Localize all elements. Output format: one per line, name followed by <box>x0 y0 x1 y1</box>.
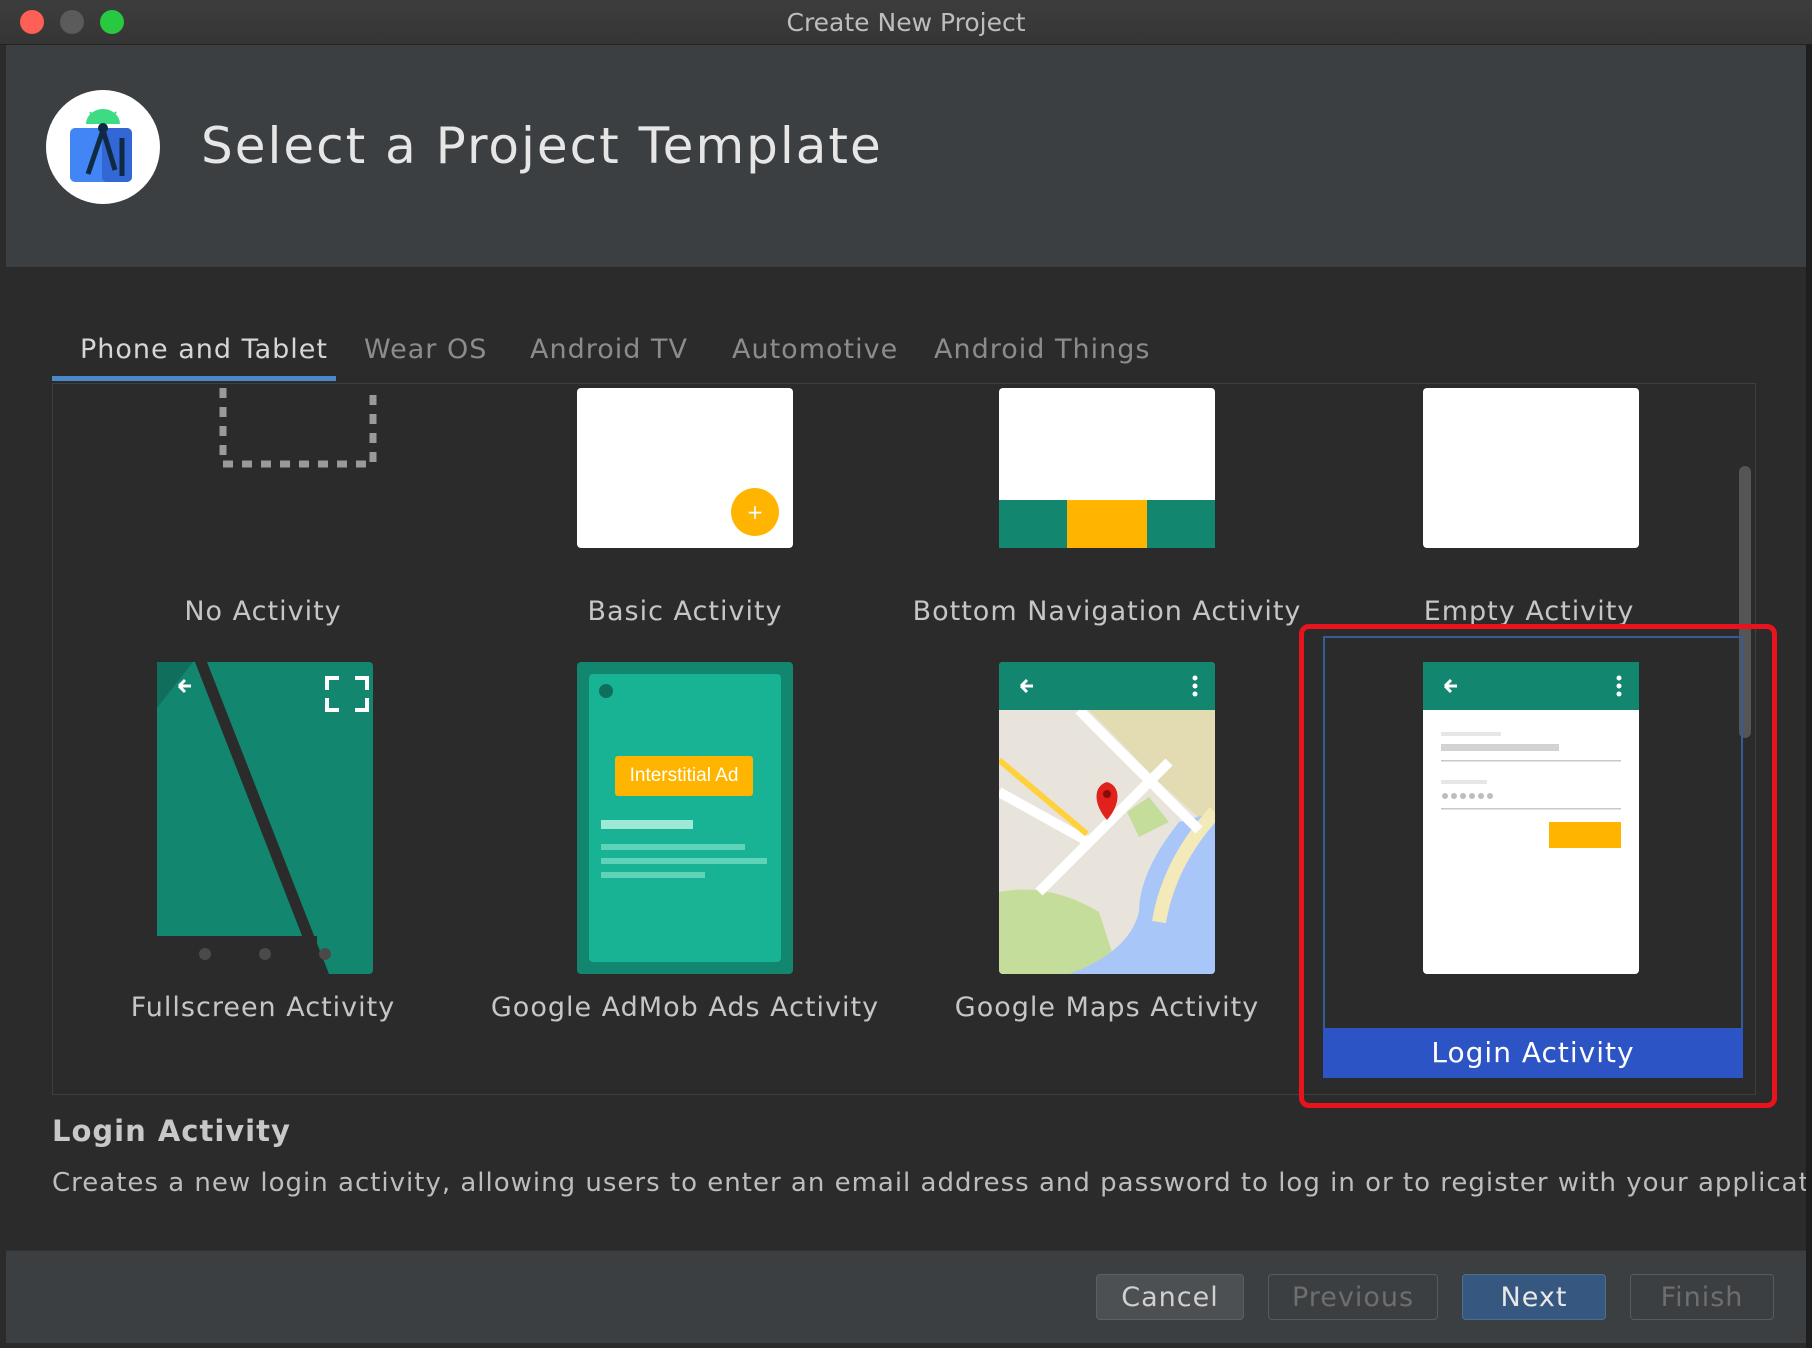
tab-android-tv[interactable]: Android TV <box>530 334 688 365</box>
template-card-empty-activity[interactable]: Empty Activity <box>1319 384 1739 627</box>
tab-phone-and-tablet[interactable]: Phone and Tablet <box>80 334 328 365</box>
page-title: Select a Project Template <box>201 117 883 175</box>
dialog-header: Select a Project Template <box>6 45 1806 267</box>
tab-automotive[interactable]: Automotive <box>732 334 898 365</box>
template-card-google-maps[interactable]: Google Maps Activity <box>897 634 1317 1074</box>
create-project-window: Create New Project Select a Project Temp… <box>0 0 1812 1348</box>
window-title: Create New Project <box>786 8 1026 37</box>
bottom-navigation-thumbnail <box>999 388 1215 548</box>
window-edge <box>1806 44 1812 1348</box>
template-label: Fullscreen Activity <box>130 992 396 1023</box>
next-button[interactable]: Next <box>1462 1274 1606 1320</box>
interstitial-ad-label: Interstitial Ad <box>615 756 753 796</box>
google-maps-thumbnail <box>999 662 1215 974</box>
empty-activity-thumbnail <box>1423 388 1639 548</box>
template-card-no-activity[interactable]: No Activity <box>53 384 473 627</box>
tab-wear-os[interactable]: Wear OS <box>364 334 487 365</box>
template-card-bottom-navigation[interactable]: Bottom Navigation Activity <box>897 384 1317 627</box>
template-label: Google Maps Activity <box>954 992 1260 1023</box>
template-label: Basic Activity <box>587 596 783 627</box>
svg-text:+: + <box>747 500 764 524</box>
active-tab-indicator <box>52 376 336 381</box>
no-activity-thumbnail <box>219 388 377 468</box>
finish-button[interactable]: Finish <box>1630 1274 1774 1320</box>
fullscreen-thumbnail <box>157 662 373 974</box>
template-label: Bottom Navigation Activity <box>912 596 1302 627</box>
template-card-admob[interactable]: Interstitial Ad Google AdMob Ads Activit… <box>475 634 895 1074</box>
template-label: No Activity <box>184 596 342 627</box>
title-bar: Create New Project <box>0 0 1812 45</box>
description-text: Creates a new login activity, allowing u… <box>52 1168 1812 1198</box>
template-card-basic-activity[interactable]: + Basic Activity <box>475 384 895 627</box>
template-label: Empty Activity <box>1423 596 1635 627</box>
template-label: Google AdMob Ads Activity <box>490 992 880 1023</box>
template-card-fullscreen[interactable]: Fullscreen Activity <box>53 634 473 1074</box>
admob-thumbnail: Interstitial Ad <box>577 662 793 974</box>
description-title: Login Activity <box>52 1114 291 1148</box>
basic-activity-thumbnail: + <box>577 388 793 548</box>
previous-button[interactable]: Previous <box>1268 1274 1438 1320</box>
tab-android-things[interactable]: Android Things <box>934 334 1150 365</box>
annotation-highlight-box <box>1299 624 1777 1108</box>
android-studio-icon <box>46 90 160 204</box>
cancel-button[interactable]: Cancel <box>1096 1274 1244 1320</box>
